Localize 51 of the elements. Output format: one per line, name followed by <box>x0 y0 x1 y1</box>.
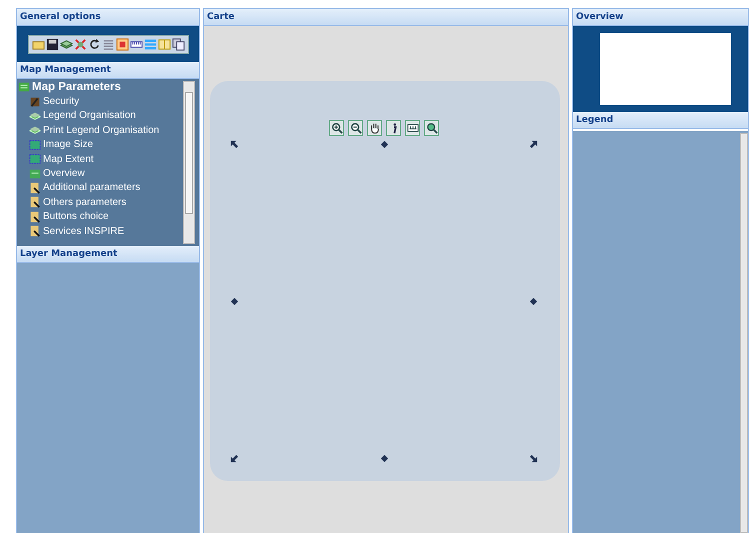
tree-item[interactable]: Services INSPIRE <box>17 224 199 238</box>
tree-item[interactable]: Additional parameters <box>17 180 199 196</box>
tree-item[interactable]: Map Extent <box>17 152 199 166</box>
scrollbar[interactable] <box>740 133 748 533</box>
panel-title: Layer Management <box>20 249 118 259</box>
nav-diamond-icon[interactable] <box>230 297 239 306</box>
panel-title: Legend <box>576 115 614 125</box>
scale-bar-icon <box>406 122 418 134</box>
document-icon <box>29 225 41 238</box>
tree-item[interactable]: Buttons choice <box>17 210 199 224</box>
picture-frame-icon <box>116 38 128 50</box>
layers-icon <box>29 110 41 122</box>
stack-icon <box>144 38 156 50</box>
book-icon <box>158 38 170 50</box>
nav-arrow-icon[interactable] <box>230 454 239 463</box>
nav-diamond-icon[interactable] <box>380 454 388 463</box>
scale-bar-button[interactable] <box>405 120 420 136</box>
nav-diamond-icon[interactable] <box>380 140 388 149</box>
scrollbar[interactable] <box>183 81 195 244</box>
document-icon <box>29 196 41 208</box>
tree-item[interactable]: Image Size <box>17 138 199 152</box>
hand-button[interactable] <box>367 120 382 136</box>
refresh-icon <box>88 38 100 50</box>
panel-title: General options <box>20 12 101 22</box>
panel-title: Map Management <box>20 65 111 75</box>
info-button[interactable] <box>386 120 401 136</box>
tree-item[interactable]: Others parameters <box>17 195 199 210</box>
zoom-in-button[interactable] <box>329 120 344 136</box>
tree-item[interactable]: Legend Organisation <box>17 108 199 124</box>
zoom-in-icon <box>330 122 342 134</box>
nav-arrow-icon[interactable] <box>529 140 538 149</box>
nav-arrow-icon[interactable] <box>230 140 239 149</box>
hand-icon <box>368 122 380 134</box>
tree-item[interactable]: Security <box>17 94 199 109</box>
zoom-out-icon <box>350 122 362 134</box>
nav-arrow-icon[interactable] <box>529 454 538 463</box>
panel-title: Overview <box>576 12 624 22</box>
document-icon <box>29 182 41 194</box>
picture-frame-icon <box>29 138 41 151</box>
tree-item[interactable]: Map Parameters <box>17 80 199 94</box>
panel-title: Carte <box>207 12 235 22</box>
copy-icon <box>172 38 184 50</box>
picture-frame-icon <box>29 153 41 166</box>
nav-diamond-icon[interactable] <box>529 297 538 306</box>
tree-item[interactable]: Overview <box>17 166 199 181</box>
zoom-out-button[interactable] <box>348 120 363 136</box>
list-icon <box>102 38 114 50</box>
document-icon <box>29 210 41 223</box>
layers-icon <box>29 124 41 136</box>
tree-item[interactable]: Print Legend Organisation <box>17 123 199 138</box>
layers-icon <box>60 38 72 50</box>
